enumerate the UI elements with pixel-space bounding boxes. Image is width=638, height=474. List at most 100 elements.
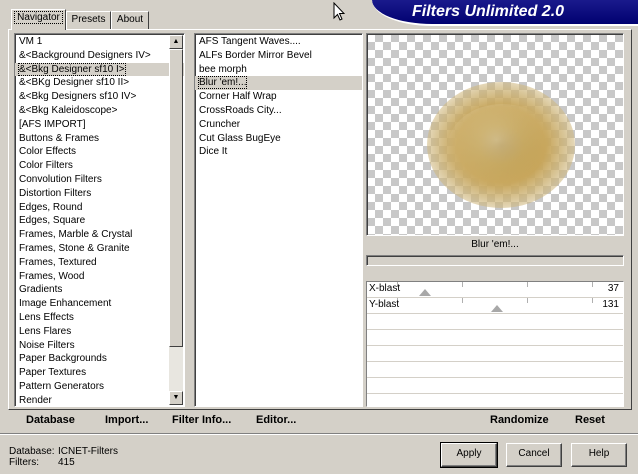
tab-about-label: About xyxy=(116,14,144,25)
category-item[interactable]: &<Bkg Designers sf10 IV> xyxy=(15,90,184,104)
mouse-cursor-icon xyxy=(333,2,345,21)
category-item-label: Render xyxy=(19,394,52,406)
category-item-label: Gradients xyxy=(19,284,63,296)
category-item[interactable]: Frames, Wood xyxy=(15,270,184,284)
filter-item-label: Dice It xyxy=(199,146,228,158)
filter-item[interactable]: Blur 'em!... xyxy=(195,76,362,91)
category-item[interactable]: [AFS IMPORT] xyxy=(15,118,184,132)
filter-item[interactable]: Cut Glass BugEye xyxy=(195,132,362,146)
arrow-up-icon: ▲ xyxy=(172,38,180,45)
category-item[interactable]: Frames, Marble & Crystal xyxy=(15,228,184,242)
category-item[interactable]: Gradients xyxy=(15,283,184,297)
category-item[interactable]: Render xyxy=(15,394,184,406)
category-item-label: Edges, Square xyxy=(19,215,86,227)
category-item[interactable]: &<BKg Designer sf10 II> xyxy=(15,76,184,90)
import-button[interactable]: Import... xyxy=(105,414,148,426)
database-button-label: Database xyxy=(26,414,75,426)
category-item[interactable]: Lens Flares xyxy=(15,325,184,339)
filter-item[interactable]: bee morph xyxy=(195,63,362,77)
reset-button[interactable]: Reset xyxy=(575,414,605,426)
category-item[interactable]: Paper Textures xyxy=(15,366,184,380)
filter-item[interactable]: ALFs Border Mirror Bevel xyxy=(195,49,362,63)
slider-1[interactable]: Y-blast 131 xyxy=(367,298,623,314)
category-item-label: Image Enhancement xyxy=(19,298,112,310)
category-item-label: Color Effects xyxy=(19,146,77,158)
status-database-label: Database: xyxy=(9,446,55,457)
slider-tick xyxy=(461,298,463,303)
category-item[interactable]: &<Bkg Kaleidoscope> xyxy=(15,104,184,118)
category-item[interactable]: Frames, Textured xyxy=(15,256,184,270)
banner-title: Filters Unlimited 2.0 xyxy=(412,3,565,20)
filter-item-label: ALFs Border Mirror Bevel xyxy=(199,49,312,61)
slider-tick xyxy=(592,282,593,287)
category-item[interactable]: Edges, Round xyxy=(15,201,184,215)
scroll-up-button[interactable]: ▲ xyxy=(169,35,183,49)
slider-0[interactable]: X-blast 37 xyxy=(367,282,623,298)
filter-list[interactable]: AFS Tangent Waves.... ALFs Border Mirror … xyxy=(194,33,363,407)
category-list[interactable]: VM 1 &<Background Designers IV> &<Bkg Desi… xyxy=(14,33,185,407)
slider-tick xyxy=(526,282,528,287)
database-button[interactable]: Database xyxy=(26,414,75,426)
slider-empty-row xyxy=(367,394,623,406)
category-item-label: Frames, Textured xyxy=(19,256,97,268)
reset-button-label: Reset xyxy=(575,414,605,426)
category-item-label: Edges, Round xyxy=(19,201,83,213)
randomize-button[interactable]: Randomize xyxy=(490,414,549,426)
category-item[interactable]: Distortion Filters xyxy=(15,187,184,201)
category-item[interactable]: Buttons & Frames xyxy=(15,132,184,146)
category-item-label: Lens Flares xyxy=(19,325,72,337)
tab-presets[interactable]: Presets xyxy=(66,11,111,29)
filter-item-label: AFS Tangent Waves.... xyxy=(199,36,301,47)
category-item[interactable]: Convolution Filters xyxy=(15,173,184,187)
slider-label: Y-blast xyxy=(369,299,400,310)
filter-item[interactable]: CrossRoads City... xyxy=(195,104,362,118)
filter-info-button[interactable]: Filter Info... xyxy=(172,414,231,426)
category-item[interactable]: Noise Filters xyxy=(15,339,184,353)
randomize-button-label: Randomize xyxy=(490,414,549,426)
category-item[interactable]: Paper Backgrounds xyxy=(15,352,184,366)
category-item-label: Noise Filters xyxy=(19,339,75,351)
slider-tick xyxy=(461,282,463,287)
slider-value: 131 xyxy=(602,299,619,310)
category-item-label: Convolution Filters xyxy=(19,174,102,185)
filter-item[interactable]: Corner Half Wrap xyxy=(195,90,362,104)
category-item[interactable]: Edges, Square xyxy=(15,214,184,228)
filter-item-label: CrossRoads City... xyxy=(199,105,282,116)
tab-about[interactable]: About xyxy=(111,11,149,29)
category-item[interactable]: Image Enhancement xyxy=(15,297,184,311)
category-item[interactable]: &<Bkg Designer sf10 I> xyxy=(15,62,184,77)
filter-item[interactable]: Cruncher xyxy=(195,118,362,132)
slider-empty-row xyxy=(367,362,623,378)
category-item[interactable]: &<Background Designers IV> xyxy=(15,49,184,63)
apply-button[interactable]: Apply xyxy=(440,442,498,468)
category-item[interactable]: VM 1 xyxy=(15,35,184,49)
apply-button-label: Apply xyxy=(456,448,482,459)
cancel-button[interactable]: Cancel xyxy=(506,443,562,467)
slider-empty-row xyxy=(367,346,623,362)
filter-item[interactable]: Dice It xyxy=(195,145,362,159)
category-item[interactable]: Color Filters xyxy=(15,159,184,173)
category-scrollbar[interactable]: ▲ ▼ xyxy=(169,35,183,405)
filter-item-label: Cruncher xyxy=(199,118,241,130)
preview-image xyxy=(366,33,624,236)
tab-presets-label: Presets xyxy=(71,14,106,25)
category-item[interactable]: Frames, Stone & Granite xyxy=(15,242,184,256)
slider-panel[interactable]: X-blast 37 Y-blast 131 xyxy=(366,281,624,407)
status-database-value: ICNET-Filters xyxy=(58,446,118,457)
cancel-button-label: Cancel xyxy=(518,448,550,459)
category-item[interactable]: Pattern Generators xyxy=(15,380,184,394)
scroll-down-button[interactable]: ▼ xyxy=(169,391,183,405)
help-button[interactable]: Help xyxy=(571,443,627,467)
category-item-label: &<Bkg Designers sf10 IV> xyxy=(19,91,137,103)
filter-item[interactable]: AFS Tangent Waves.... xyxy=(195,35,362,49)
tab-navigator[interactable]: Navigator xyxy=(11,9,66,30)
help-button-label: Help xyxy=(588,448,610,459)
editor-button[interactable]: Editor... xyxy=(256,414,296,426)
category-item[interactable]: Color Effects xyxy=(15,145,184,159)
status-filters-value: 415 xyxy=(58,457,75,468)
category-item-label: &<Bkg Kaleidoscope> xyxy=(19,105,118,116)
scroll-thumb[interactable] xyxy=(169,49,183,347)
category-item[interactable]: Lens Effects xyxy=(15,311,184,325)
slider-thumb[interactable] xyxy=(491,305,504,312)
slider-thumb[interactable] xyxy=(419,289,432,296)
